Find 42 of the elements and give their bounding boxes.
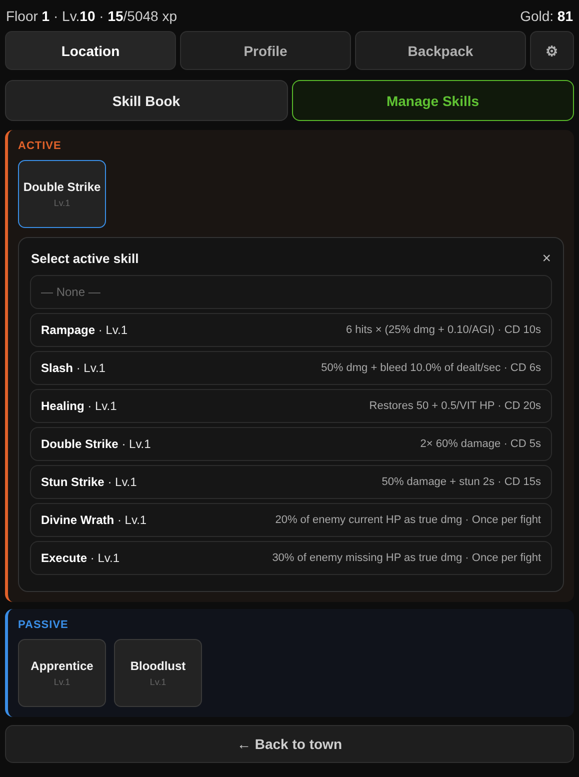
option-effect: 50% damage + stun 2s · CD 15s <box>382 476 541 488</box>
option-name: Stun Strike · Lv.1 <box>41 475 137 489</box>
option-name: Divine Wrath · Lv.1 <box>41 513 147 527</box>
currency-count: Gold: 81 <box>520 8 573 24</box>
nav-tab[interactable]: Profile <box>180 31 351 70</box>
skill-option[interactable]: Stun Strike · Lv.1 50% damage + stun 2s · CD 15s <box>30 465 552 499</box>
skill-level: Lv.1 <box>54 198 70 208</box>
option-effect: 6 hits × (25% dmg + 0.10/AGI) · CD 10s <box>346 324 541 336</box>
option-effect: 30% of enemy missing HP as true dmg · Once per fight <box>272 552 541 564</box>
option-name: Slash · Lv.1 <box>41 361 106 375</box>
skill-name: Bloodlust <box>130 659 186 673</box>
section-title: ACTIVE <box>18 140 62 152</box>
mode-tab[interactable]: Skill Book <box>5 80 288 121</box>
nav-tab[interactable]: Location <box>5 31 176 70</box>
skill-level: Lv.1 <box>54 677 70 687</box>
option-effect: 2× 60% damage · CD 5s <box>420 438 541 450</box>
skill-name: Apprentice <box>30 659 94 673</box>
option-name: Rampage · Lv.1 <box>41 323 128 337</box>
mode-tab[interactable]: Manage Skills <box>292 80 574 121</box>
back-button[interactable]: ← Back to town <box>5 725 574 763</box>
skill-option[interactable]: Double Strike · Lv.1 2× 60% damage · CD 5s <box>30 427 552 461</box>
skill-option[interactable]: Rampage · Lv.1 6 hits × (25% dmg + 0.10/AGI) · CD 10s <box>30 313 552 347</box>
skill-name: Double Strike <box>23 180 101 194</box>
option-name: Execute · Lv.1 <box>41 551 120 565</box>
option-effect: 20% of enemy current HP as true dmg · Once per fight <box>275 514 541 526</box>
settings-button[interactable]: ⚙ <box>530 31 574 70</box>
section-title: PASSIVE <box>18 619 70 631</box>
picker-title: Select active skill <box>31 251 139 266</box>
skill-option[interactable]: Divine Wrath · Lv.1 20% of enemy current HP as true dmg · Once per fight <box>30 503 552 537</box>
skill-slot[interactable]: Bloodlust Lv.1 <box>114 639 202 707</box>
skill-option[interactable]: Execute · Lv.1 30% of enemy missing HP as true dmg · Once per fight <box>30 541 552 575</box>
nav-tab[interactable]: Backpack <box>355 31 526 70</box>
close-button[interactable]: × <box>542 250 551 267</box>
skill-option[interactable]: Slash · Lv.1 50% dmg + bleed 10.0% of dealt/sec · CD 6s <box>30 351 552 385</box>
skill-level: Lv.1 <box>150 677 166 687</box>
skill-slot[interactable]: Apprentice Lv.1 <box>18 639 106 707</box>
option-name: Healing · Lv.1 <box>41 399 117 413</box>
skill-slot[interactable]: Double Strike Lv.1 <box>18 160 106 228</box>
option-effect: 50% dmg + bleed 10.0% of dealt/sec · CD 6s <box>321 362 541 374</box>
option-name: Double Strike · Lv.1 <box>41 437 151 451</box>
skill-option[interactable]: Healing · Lv.1 Restores 50 + 0.5/VIT HP · CD 20s <box>30 389 552 423</box>
option-effect: Restores 50 + 0.5/VIT HP · CD 20s <box>369 400 541 412</box>
